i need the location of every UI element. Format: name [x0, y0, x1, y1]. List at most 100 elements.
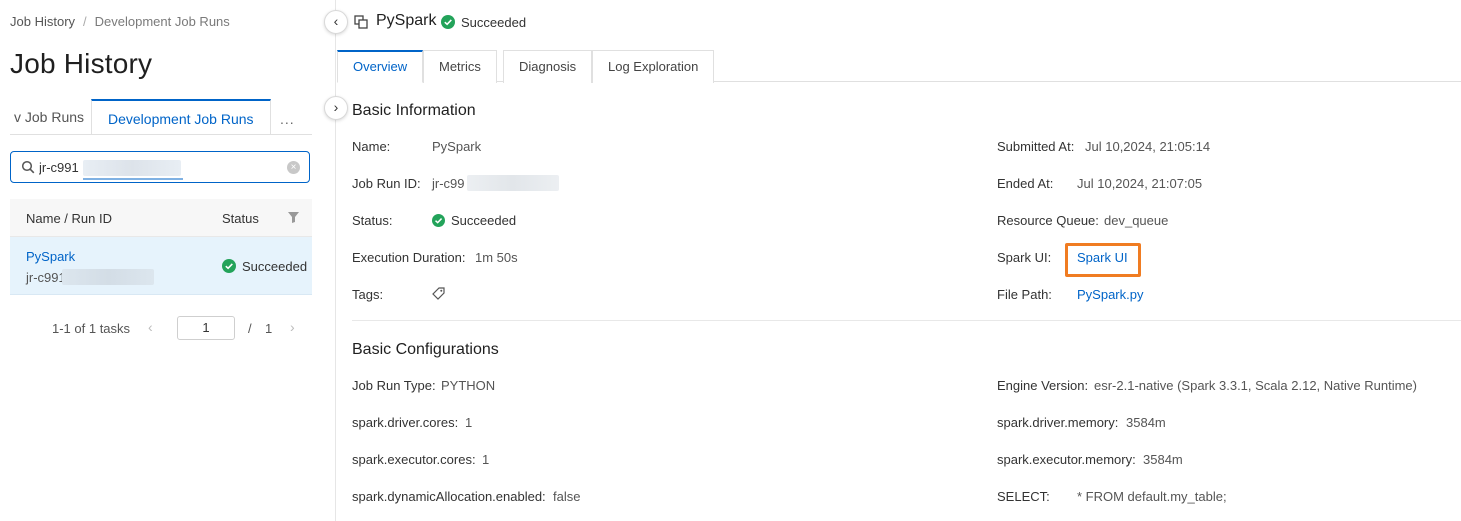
page-number-input[interactable]: 1 — [177, 316, 235, 340]
field-label: spark.driver.memory: — [997, 415, 1119, 430]
field-label: Name: — [352, 139, 391, 154]
job-run-tabs: v Job Runs Development Job Runs ... — [10, 99, 312, 135]
field-label: SELECT: — [997, 489, 1050, 504]
field-label: Spark UI: — [997, 250, 1052, 265]
field-value: PYTHON — [441, 378, 496, 393]
tab-overview[interactable]: Overview — [337, 50, 424, 83]
section-title-basic-configurations: Basic Configurations — [352, 341, 499, 358]
section-title-basic-information: Basic Information — [352, 102, 476, 119]
field-submitted-at: Submitted At: Jul 10,2024, 21:05:14 — [997, 139, 1210, 154]
check-circle-icon — [441, 15, 455, 29]
field-value: 3584m — [1126, 415, 1166, 430]
pagination-total: 1-1 of 1 tasks — [52, 321, 131, 336]
field-execution-duration: Execution Duration: 1m 50s — [352, 250, 518, 265]
field-tags: Tags: — [352, 287, 445, 302]
section-divider — [352, 320, 1461, 321]
breadcrumb-current: Development Job Runs — [94, 14, 230, 29]
field-job-run-type: Job Run Type: PYTHON — [352, 378, 495, 393]
check-circle-icon — [222, 259, 236, 273]
table-row[interactable]: PySpark jr-c991 Succeeded — [10, 237, 312, 295]
next-page-button[interactable]: › — [290, 319, 295, 335]
field-label: File Path: — [997, 287, 1052, 302]
row-status-text: Succeeded — [242, 259, 308, 274]
field-label: spark.executor.memory: — [997, 452, 1136, 467]
field-executor-memory: spark.executor.memory: 3584m — [997, 452, 1183, 467]
field-value: Jul 10,2024, 21:05:14 — [1085, 139, 1211, 154]
row-job-name[interactable]: PySpark — [26, 249, 75, 264]
field-file-path: File Path: PySpark.py — [997, 287, 1143, 302]
search-text-underline — [83, 178, 183, 180]
column-header-name: Name / Run ID — [26, 211, 112, 226]
spark-ui-highlight-box — [1065, 243, 1141, 277]
field-ended-at: Ended At: Jul 10,2024, 21:07:05 — [997, 176, 1202, 191]
field-value: 1 — [482, 452, 490, 467]
detail-status: Succeeded — [461, 15, 527, 30]
field-value: Jul 10,2024, 21:07:05 — [1077, 176, 1203, 191]
clear-icon[interactable]: × — [287, 161, 300, 174]
breadcrumb-job-history[interactable]: Job History — [10, 14, 75, 29]
status-text: Succeeded — [451, 213, 517, 228]
field-value: false — [553, 489, 581, 504]
field-label: spark.dynamicAllocation.enabled: — [352, 489, 546, 504]
field-name: Name: PySpark — [352, 139, 481, 154]
field-spark-ui: Spark UI: Spark UI — [997, 250, 1128, 265]
field-label: Resource Queue: — [997, 213, 1099, 228]
breadcrumb: Job History / Development Job Runs — [10, 14, 230, 29]
detail-tabs: Overview Metrics Diagnosis Log Explorati… — [337, 50, 1461, 83]
field-value: dev_queue — [1104, 213, 1169, 228]
job-list-panel: Job History / Development Job Runs Job His… — [0, 0, 336, 521]
field-value: 1 — [465, 415, 473, 430]
tag-icon[interactable] — [432, 287, 445, 300]
file-path-link[interactable]: PySpark.py — [1077, 287, 1143, 302]
filter-icon[interactable] — [288, 212, 299, 223]
field-job-run-id: Job Run ID: jr-c99 — [352, 175, 559, 191]
field-label: Job Run ID: — [352, 176, 421, 191]
field-label: Job Run Type: — [352, 378, 436, 393]
field-label: spark.driver.cores: — [352, 415, 459, 430]
tab-job-runs[interactable]: v Job Runs — [10, 99, 94, 134]
job-runs-table: Name / Run ID Status PySpark jr-c991 Suc… — [10, 199, 312, 295]
prev-page-button[interactable]: ‹ — [148, 319, 153, 335]
job-detail-panel: PySpark Succeeded Overview Metrics Diagn… — [337, 0, 1461, 521]
search-icon — [21, 160, 35, 174]
field-label: Execution Duration: — [352, 250, 466, 265]
copy-icon[interactable] — [354, 15, 368, 29]
field-driver-cores: spark.driver.cores: 1 — [352, 415, 472, 430]
field-value: esr-2.1-native (Spark 3.3.1, Scala 2.12,… — [1094, 378, 1417, 393]
column-header-status: Status — [222, 211, 259, 226]
pagination-last-page: 1 — [265, 321, 273, 336]
field-label: Tags: — [352, 287, 384, 302]
field-value: PySpark — [432, 139, 482, 154]
field-resource-queue: Resource Queue: dev_queue — [997, 213, 1168, 228]
tab-more-button[interactable]: ... — [280, 99, 295, 134]
field-value: * FROM default.my_table; — [1077, 489, 1227, 504]
pagination-slash: / — [248, 321, 252, 336]
field-label: Status: — [352, 213, 393, 228]
field-status: Status: Succeeded — [352, 213, 516, 228]
tab-development-job-runs[interactable]: Development Job Runs — [91, 99, 271, 134]
field-label: Ended At: — [997, 176, 1054, 191]
field-executor-cores: spark.executor.cores: 1 — [352, 452, 489, 467]
tab-log-exploration[interactable]: Log Exploration — [592, 50, 715, 83]
table-header: Name / Run ID Status — [10, 199, 312, 237]
detail-title: PySpark — [376, 12, 437, 29]
field-label: spark.executor.cores: — [352, 452, 476, 467]
field-value: jr-c99 — [432, 176, 465, 191]
expand-right-button[interactable]: › — [324, 96, 348, 120]
field-value: 1m 50s — [475, 250, 518, 265]
search-box: × — [10, 151, 310, 183]
field-select: SELECT: * FROM default.my_table; — [997, 489, 1227, 504]
collapse-left-button[interactable]: ‹ — [324, 10, 348, 34]
tab-diagnosis[interactable]: Diagnosis — [503, 50, 593, 83]
redacted-region — [467, 175, 559, 191]
tab-metrics[interactable]: Metrics — [423, 50, 497, 83]
row-status: Succeeded — [222, 259, 307, 274]
chevron-left-icon: ‹ — [333, 13, 339, 29]
redacted-region — [62, 269, 154, 285]
field-engine-version: Engine Version: esr-2.1-native (Spark 3.… — [997, 378, 1417, 393]
field-value: 3584m — [1143, 452, 1183, 467]
field-label: Submitted At: — [997, 139, 1075, 154]
redacted-region — [83, 160, 181, 176]
chevron-right-icon: › — [333, 99, 339, 115]
row-run-id: jr-c991 — [26, 270, 66, 285]
